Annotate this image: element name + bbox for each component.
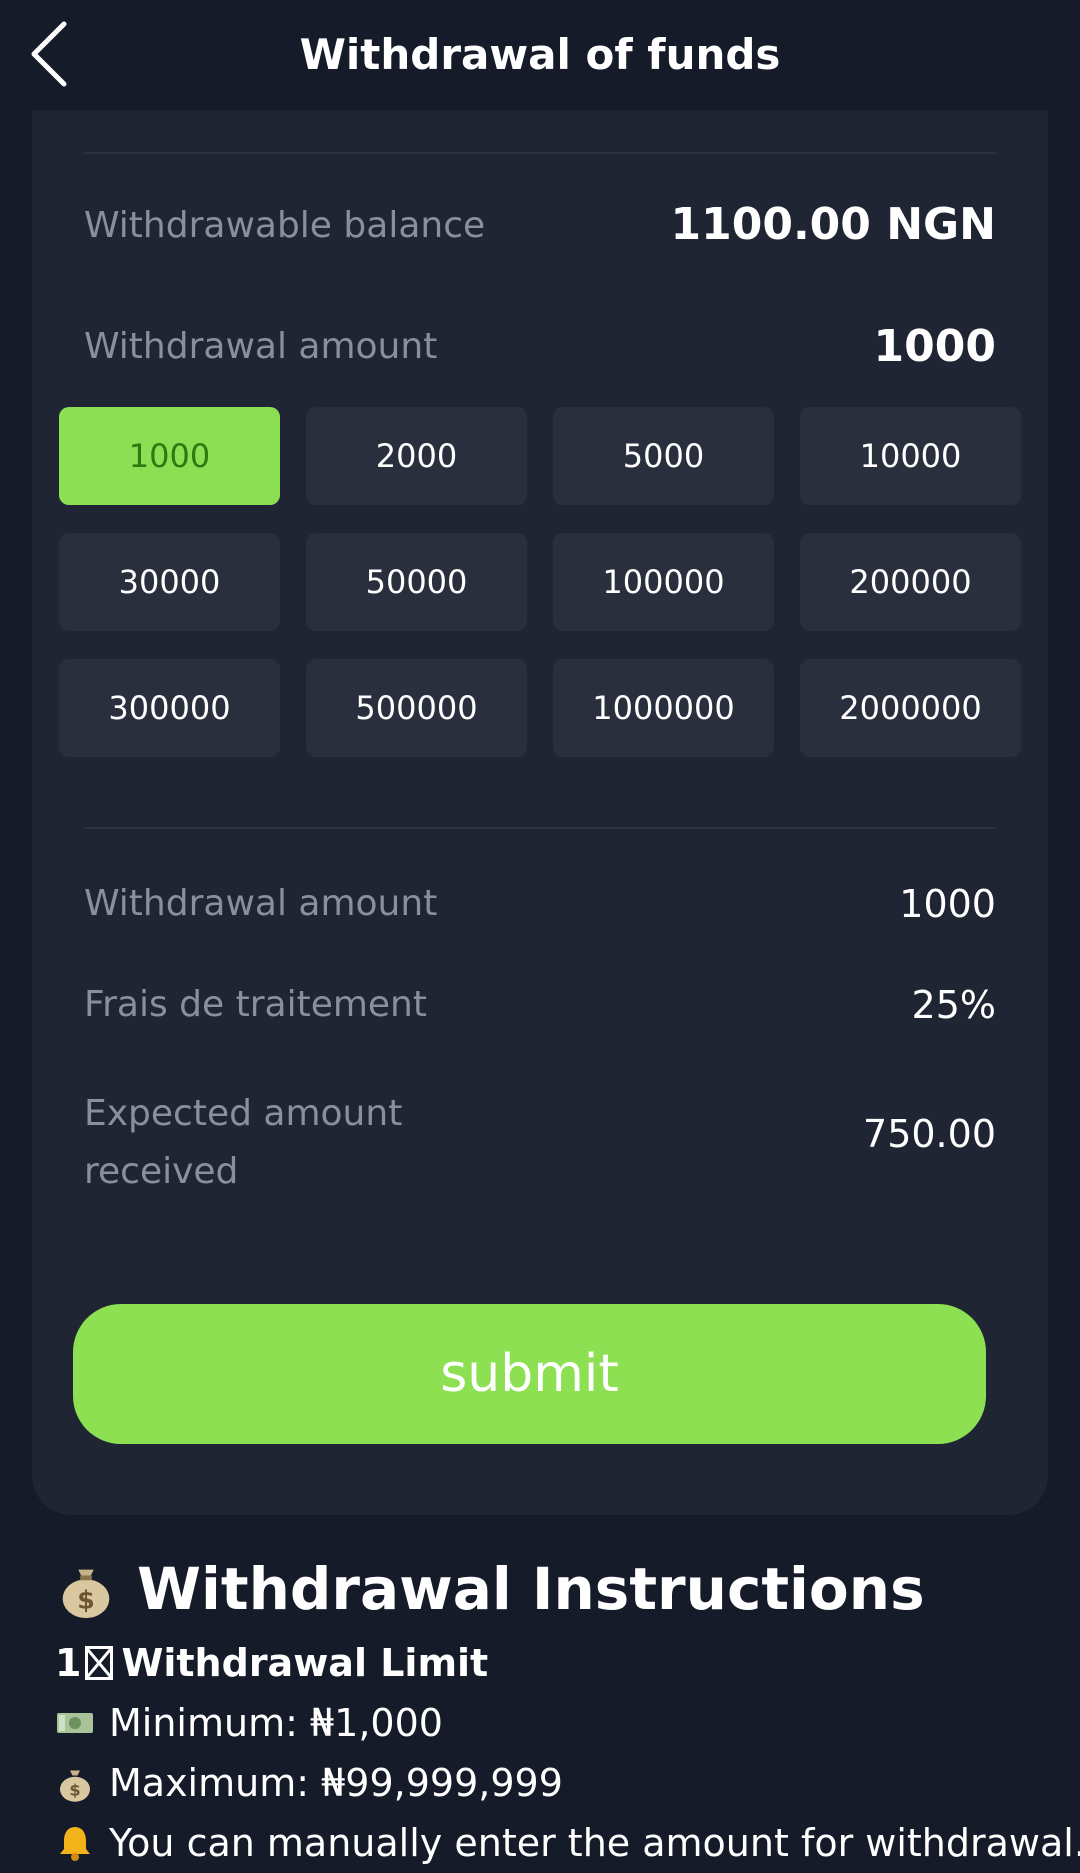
withdrawal-instructions: $ Withdrawal Instructions 1 Withdrawal L… (55, 1545, 1080, 1873)
expected-value: 750.00 (863, 1112, 996, 1156)
amount-option-2000[interactable]: 2000 (306, 407, 527, 505)
minimum-text: Minimum: ₦1,000 (109, 1701, 443, 1745)
limit-section-heading: 1 Withdrawal Limit (55, 1633, 1055, 1693)
withdrawal-card: Withdrawable balance 1100.00 NGN Withdra… (32, 110, 1048, 1515)
divider (84, 827, 996, 829)
expected-label-line2: received (84, 1151, 239, 1192)
svg-text:$: $ (77, 1585, 95, 1614)
summary-amount-value: 1000 (899, 882, 996, 926)
amount-option-30000[interactable]: 30000 (59, 533, 280, 631)
keycap-icon (85, 1646, 114, 1680)
instructions-title: Withdrawal Instructions (137, 1555, 925, 1623)
maximum-line: $ Maximum: ₦99,999,999 (55, 1753, 1055, 1813)
amount-option-500000[interactable]: 500000 (306, 659, 527, 757)
amount-option-5000[interactable]: 5000 (553, 407, 774, 505)
maximum-text: Maximum: ₦99,999,999 (109, 1761, 563, 1805)
amount-option-200000[interactable]: 200000 (800, 533, 1021, 631)
amount-option-10000[interactable]: 10000 (800, 407, 1021, 505)
section-title: Withdrawal Limit (121, 1641, 489, 1685)
amount-option-1000000[interactable]: 1000000 (553, 659, 774, 757)
summary-amount-label: Withdrawal amount (84, 883, 438, 924)
balance-value: 1100.00 NGN (670, 199, 997, 250)
balance-label: Withdrawable balance (84, 205, 486, 246)
amount-label: Withdrawal amount (84, 326, 438, 367)
svg-text:$: $ (69, 1781, 80, 1800)
bell-icon (60, 1827, 90, 1861)
expected-label: Expected amount received (84, 1085, 402, 1201)
amount-option-2000000[interactable]: 2000000 (800, 659, 1021, 757)
amount-option-300000[interactable]: 300000 (59, 659, 280, 757)
amount-option-1000[interactable]: 1000 (59, 407, 280, 505)
amount-input-value[interactable]: 1000 (874, 322, 996, 372)
section-number: 1 (55, 1641, 82, 1685)
amount-option-50000[interactable]: 50000 (306, 533, 527, 631)
amount-options-grid: 1000 2000 5000 10000 30000 50000 100000 200000 3… (59, 407, 1021, 757)
money-bag-icon: $ (62, 1569, 110, 1619)
instructions-title-row: $ Withdrawal Instructions (55, 1545, 1055, 1633)
submit-button[interactable]: submit (73, 1304, 986, 1444)
header-bar: Withdrawal of funds (0, 0, 1080, 110)
fee-label: Frais de traitement (84, 984, 427, 1025)
chevron-left-icon (31, 21, 67, 87)
page-title: Withdrawal of funds (299, 30, 781, 79)
fee-value: 25% (911, 983, 996, 1027)
back-button[interactable] (18, 12, 78, 96)
expected-label-line1: Expected amount (84, 1093, 403, 1134)
manual-note-line: You can manually enter the amount for wi… (55, 1813, 1080, 1873)
amount-option-100000[interactable]: 100000 (553, 533, 774, 631)
money-bag-icon: $ (60, 1770, 90, 1802)
banknote-icon (57, 1713, 93, 1733)
divider (84, 152, 996, 154)
minimum-line: Minimum: ₦1,000 (55, 1693, 1055, 1753)
manual-note-text: You can manually enter the amount for wi… (109, 1821, 1080, 1865)
